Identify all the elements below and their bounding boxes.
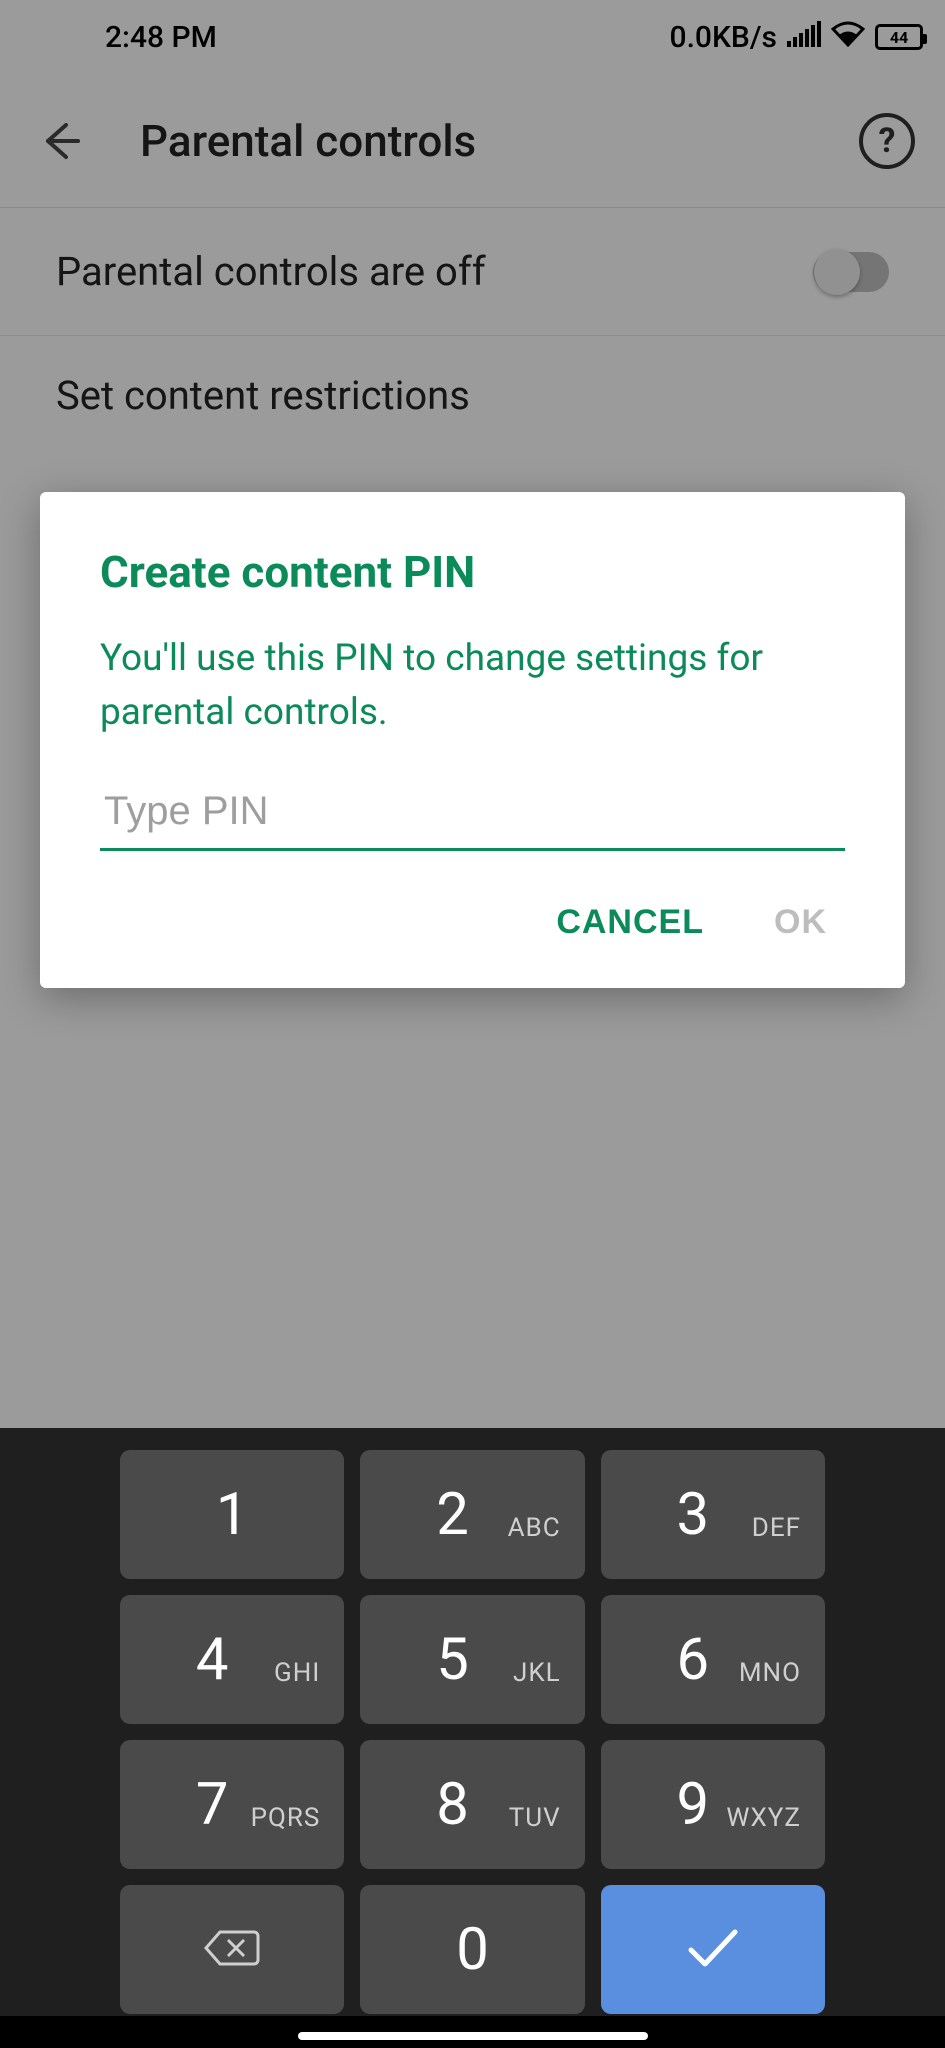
key-backspace[interactable]: [120, 1885, 344, 2014]
key-9[interactable]: 9WXYZ: [601, 1740, 825, 1869]
key-enter[interactable]: [601, 1885, 825, 2014]
key-2[interactable]: 2ABC: [360, 1450, 584, 1579]
screen: 2:48 PM 0.0KB/s 44 Parental controls ? P…: [0, 0, 945, 2048]
key-3[interactable]: 3DEF: [601, 1450, 825, 1579]
key-1[interactable]: 1: [120, 1450, 344, 1579]
pin-input[interactable]: [100, 783, 845, 851]
checkmark-icon: [685, 1926, 741, 1974]
dialog-actions: CANCEL OK: [100, 851, 845, 958]
key-7[interactable]: 7PQRS: [120, 1740, 344, 1869]
key-0[interactable]: 0: [360, 1885, 584, 2014]
home-indicator[interactable]: [298, 2032, 648, 2040]
key-8[interactable]: 8TUV: [360, 1740, 584, 1869]
key-5[interactable]: 5JKL: [360, 1595, 584, 1724]
key-4[interactable]: 4GHI: [120, 1595, 344, 1724]
backspace-icon: [204, 1928, 260, 1972]
cancel-button[interactable]: CANCEL: [556, 903, 704, 942]
dialog-body: You'll use this PIN to change settings f…: [100, 632, 845, 739]
ok-button[interactable]: OK: [774, 903, 827, 942]
nav-bar: [0, 2016, 945, 2048]
numeric-keyboard: 1 2ABC 3DEF 4GHI 5JKL 6MNO 7PQRS 8TUV 9W…: [0, 1428, 945, 2048]
dialog-title: Create content PIN: [100, 546, 845, 598]
create-pin-dialog: Create content PIN You'll use this PIN t…: [40, 492, 905, 988]
key-6[interactable]: 6MNO: [601, 1595, 825, 1724]
